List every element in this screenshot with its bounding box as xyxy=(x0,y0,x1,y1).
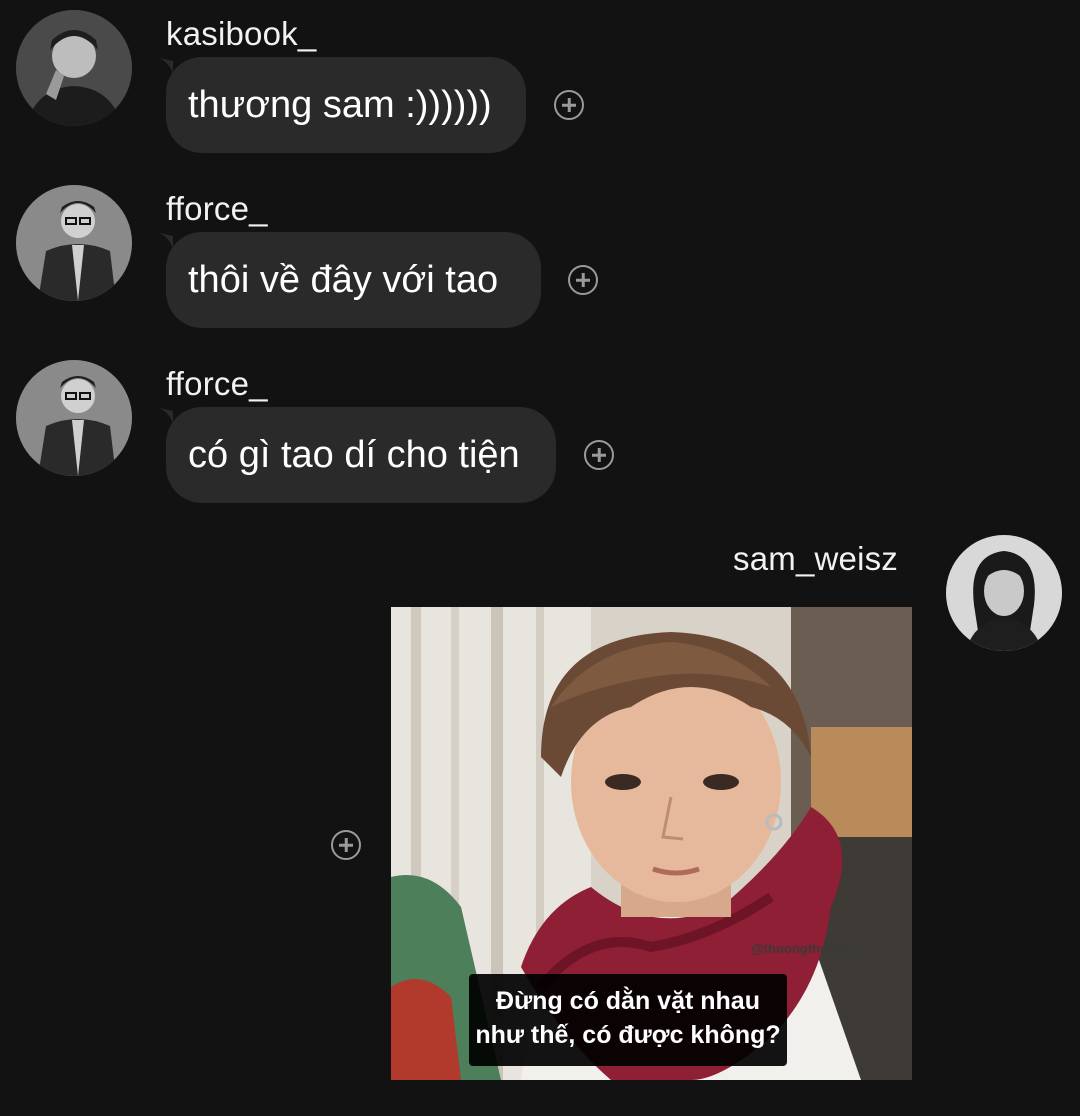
username[interactable]: kasibook_ xyxy=(166,15,316,53)
avatar[interactable] xyxy=(16,10,132,126)
message-text: thương sam :)))))) xyxy=(188,83,492,126)
bubble-tail xyxy=(155,232,173,248)
user-avatar-icon xyxy=(16,10,132,126)
user-avatar-icon xyxy=(16,360,132,476)
add-reaction-icon[interactable] xyxy=(554,90,584,120)
avatar[interactable] xyxy=(16,185,132,301)
message-text: có gì tao dí cho tiện xyxy=(188,433,520,476)
username[interactable]: fforce_ xyxy=(166,190,268,228)
message-bubble[interactable]: thương sam :)))))) xyxy=(166,57,526,153)
bubble-tail xyxy=(155,407,173,423)
user-avatar-icon xyxy=(946,535,1062,651)
username[interactable]: sam_weisz xyxy=(733,540,898,578)
avatar[interactable] xyxy=(16,360,132,476)
caption-line: Đừng có dằn vặt nhau xyxy=(496,987,760,1015)
username[interactable]: fforce_ xyxy=(166,365,268,403)
bubble-tail xyxy=(155,57,173,73)
message-text: thôi về đây với tao xyxy=(188,258,499,301)
message-bubble[interactable]: thôi về đây với tao xyxy=(166,232,541,328)
user-avatar-icon xyxy=(16,185,132,301)
image-watermark: @thuongthuong xyxy=(751,941,852,956)
add-reaction-icon[interactable] xyxy=(568,265,598,295)
add-reaction-icon[interactable] xyxy=(584,440,614,470)
caption-line: như thế, có được không? xyxy=(475,1021,781,1049)
message-bubble[interactable]: có gì tao dí cho tiện xyxy=(166,407,556,503)
image-caption: Đừng có dằn vặt nhau như thế, có được kh… xyxy=(469,974,787,1066)
avatar[interactable] xyxy=(946,535,1062,651)
add-reaction-icon[interactable] xyxy=(331,830,361,860)
image-attachment[interactable]: @thuongthuong Đừng có dằn vặt nhau như t… xyxy=(391,607,912,1080)
